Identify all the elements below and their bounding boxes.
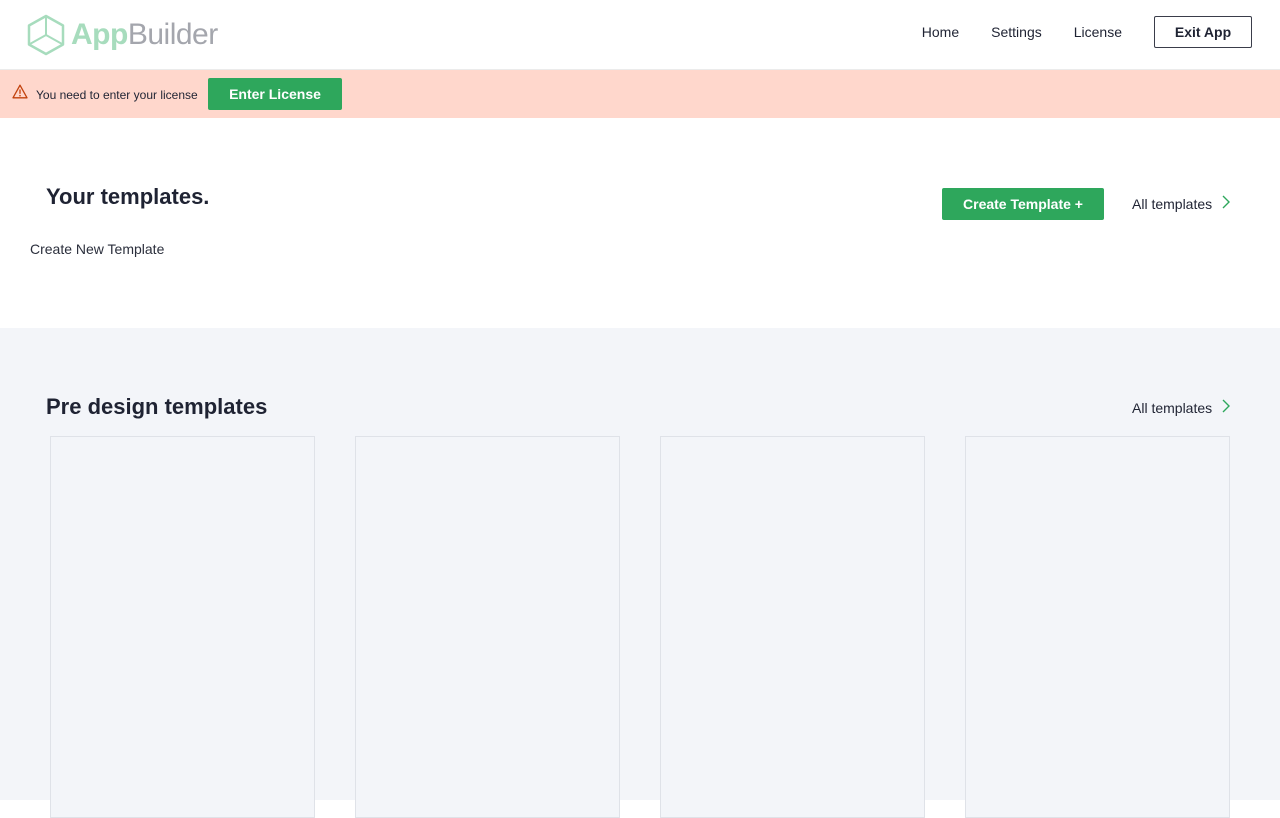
logo-wordmark: AppBuilder [71, 15, 218, 55]
all-templates-label: All templates [1132, 195, 1213, 212]
your-templates-section: Your templates. Create Template + All te… [0, 118, 1280, 328]
logo-text-builder: Builder [127, 18, 218, 51]
create-template-button[interactable]: Create Template + [942, 188, 1104, 220]
nav-license-link[interactable]: License [1074, 16, 1122, 48]
template-card[interactable] [660, 436, 925, 818]
main-nav: Home Settings License Exit App [922, 16, 1252, 48]
all-templates-link[interactable]: All templates [1132, 195, 1231, 212]
chevron-right-icon [1222, 399, 1231, 416]
top-header: AppBuilder Home Settings License Exit Ap… [0, 0, 1280, 70]
template-card[interactable] [50, 436, 315, 818]
exit-app-button[interactable]: Exit App [1154, 16, 1252, 48]
enter-license-button[interactable]: Enter License [208, 78, 342, 110]
template-card[interactable] [355, 436, 620, 818]
nav-home-link[interactable]: Home [922, 16, 959, 48]
template-card[interactable] [965, 436, 1230, 818]
all-templates-link[interactable]: All templates [1132, 399, 1231, 416]
hexagon-cube-icon [27, 14, 65, 56]
app-logo[interactable]: AppBuilder [27, 14, 218, 56]
logo-text-app: App [71, 18, 128, 51]
predesign-templates-title: Pre design templates [46, 394, 268, 419]
license-alert-bar: You need to enter your license Enter Lic… [0, 70, 1280, 118]
warning-icon [12, 84, 28, 104]
create-new-template-link[interactable]: Create New Template [30, 241, 164, 257]
predesign-templates-section: Pre design templates All templates [0, 328, 1280, 818]
your-templates-title: Your templates. [46, 184, 210, 209]
nav-settings-link[interactable]: Settings [991, 16, 1042, 48]
all-templates-label: All templates [1132, 399, 1213, 416]
license-warning-message: You need to enter your license [36, 88, 198, 102]
chevron-right-icon [1222, 195, 1231, 212]
